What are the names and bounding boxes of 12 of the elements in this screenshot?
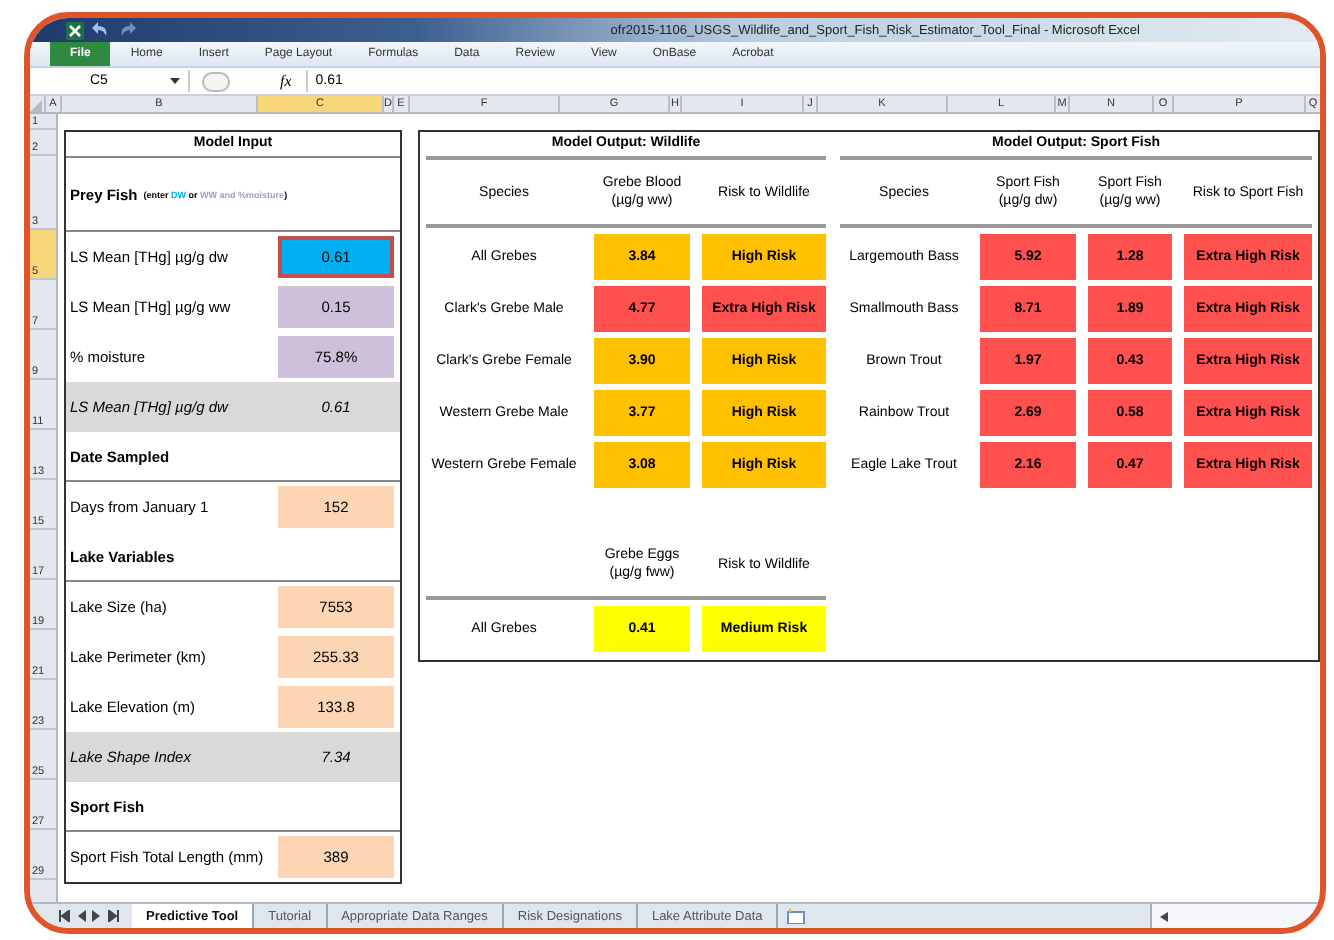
previous-sheet-icon[interactable] [76, 910, 86, 922]
undo-icon[interactable] [92, 22, 110, 38]
excel-icon[interactable] [66, 21, 84, 39]
caret-icon [170, 78, 180, 84]
insert-function-button[interactable]: fx [274, 72, 298, 90]
next-sheet-icon[interactable] [92, 910, 102, 922]
last-sheet-icon[interactable] [108, 910, 120, 922]
insert-sheet-icon[interactable] [786, 908, 807, 924]
first-sheet-icon[interactable] [58, 910, 70, 922]
scroll-left-icon[interactable] [1160, 911, 1168, 921]
redo-icon[interactable] [118, 22, 136, 38]
horizontal-scrollbar[interactable] [1150, 904, 1320, 928]
